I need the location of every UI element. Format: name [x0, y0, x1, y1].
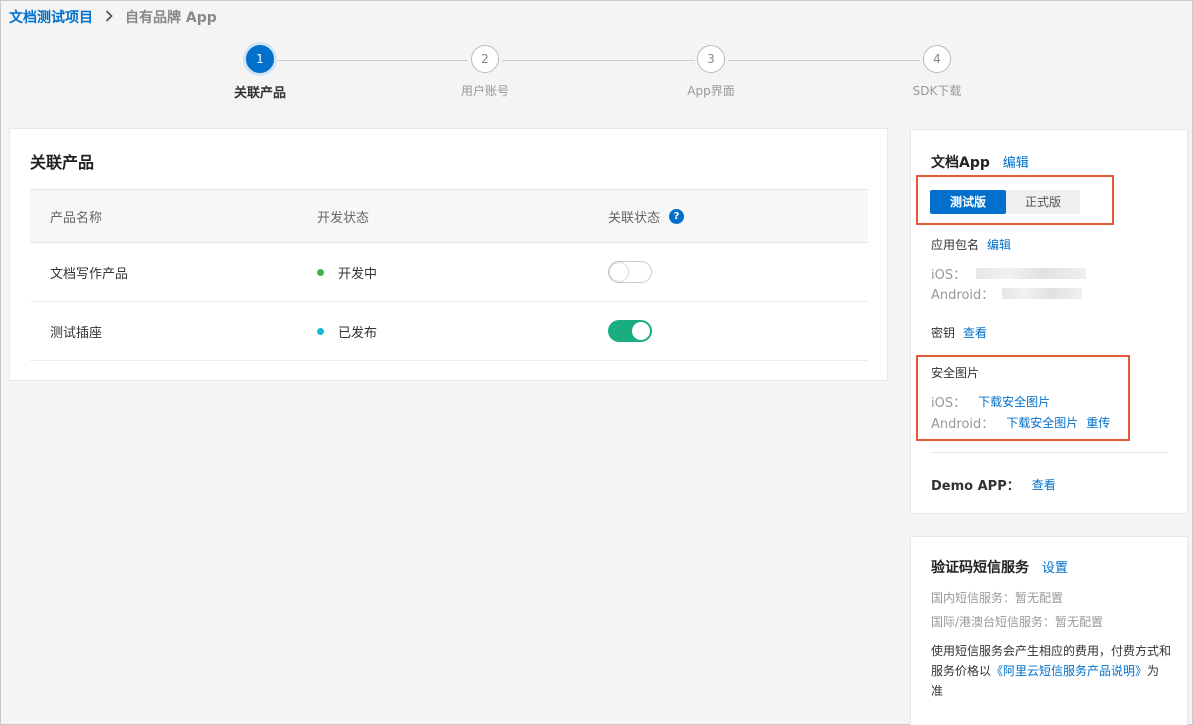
dev-status: 已发布 — [317, 322, 377, 341]
breadcrumb-project-link[interactable]: 文档测试项目 — [9, 7, 93, 27]
tab-test-version[interactable]: 测试版 — [930, 190, 1006, 214]
step-label: App界面 — [687, 84, 735, 98]
step-number: 1 — [246, 45, 274, 73]
ios-label: iOS： — [931, 396, 967, 411]
international-sms-status: 国际/港澳台短信服务：暂无配置 — [931, 615, 1104, 629]
app-config-panel: 文档App 编辑 测试版 正式版 应用包名 编辑 iOS： Android： 密… — [910, 129, 1188, 514]
step-label: SDK下载 — [912, 84, 962, 98]
column-header-label: 关联状态 — [608, 210, 661, 226]
status-dot-icon — [317, 327, 324, 335]
step-2[interactable]: 2 用户账号 — [425, 45, 545, 99]
table-row: 文档写作产品 开发中 — [30, 243, 868, 302]
products-panel: 关联产品 产品名称 开发状态 关联状态 ? 文档写作产品 开发中 测试插座 已发 — [9, 128, 888, 381]
product-name: 测试插座 — [50, 325, 103, 341]
sms-settings-link[interactable]: 设置 — [1042, 561, 1068, 576]
step-number: 2 — [471, 45, 499, 73]
step-label: 关联产品 — [233, 86, 286, 101]
step-1[interactable]: 1 关联产品 — [200, 45, 320, 101]
column-header-dev-status: 开发状态 — [317, 210, 370, 226]
link-toggle[interactable] — [608, 320, 652, 342]
divider — [931, 452, 1168, 453]
sms-product-doc-link[interactable]: 《阿里云短信服务产品说明》 — [991, 664, 1147, 678]
security-ios-row: iOS： 下载安全图片 — [931, 392, 1050, 411]
tab-release-version[interactable]: 正式版 — [1006, 190, 1080, 214]
edit-app-link[interactable]: 编辑 — [1003, 156, 1029, 171]
sms-title-row: 验证码短信服务 设置 — [931, 557, 1068, 577]
step-4[interactable]: 4 SDK下载 — [877, 45, 997, 99]
column-header-name: 产品名称 — [50, 210, 103, 226]
step-3[interactable]: 3 App界面 — [651, 45, 771, 99]
secret-label: 密钥 — [931, 326, 956, 340]
app-title: 文档App — [931, 155, 990, 171]
android-label: Android： — [931, 288, 995, 303]
toggle-switch-off[interactable] — [608, 261, 652, 283]
ios-label: iOS： — [931, 268, 967, 283]
sms-pricing-note: 使用短信服务会产生相应的费用，付费方式和服务价格以《阿里云短信服务产品说明》为准 — [931, 641, 1171, 701]
step-number: 3 — [697, 45, 725, 73]
toggle-knob — [610, 263, 628, 281]
dev-status-label: 开发中 — [338, 266, 378, 282]
column-header-link-status: 关联状态 ? — [608, 207, 685, 226]
toggle-knob — [632, 322, 650, 340]
table-header: 产品名称 开发状态 关联状态 ? — [30, 189, 868, 243]
redacted-value — [1002, 288, 1083, 299]
package-android-row: Android： — [931, 284, 1083, 303]
toggle-switch-on[interactable] — [608, 320, 652, 342]
security-image-label: 安全图片 — [931, 366, 980, 380]
reupload-link[interactable]: 重传 — [1086, 414, 1110, 431]
table-row: 测试插座 已发布 — [30, 302, 868, 361]
download-android-security-image-link[interactable]: 下载安全图片 — [1006, 414, 1078, 431]
step-number: 4 — [923, 45, 951, 73]
android-label: Android： — [931, 417, 995, 432]
app-title-row: 文档App 编辑 — [931, 152, 1029, 172]
demo-app-label: Demo APP： — [931, 479, 1020, 494]
sms-service-panel: 验证码短信服务 设置 国内短信服务：暂无配置 国际/港澳台短信服务：暂无配置 使… — [910, 536, 1188, 725]
domestic-sms-status: 国内短信服务：暂无配置 — [931, 591, 1064, 605]
breadcrumb-current: 自有品牌 App — [125, 10, 217, 26]
redacted-value — [976, 268, 1087, 279]
edit-package-link[interactable]: 编辑 — [987, 236, 1011, 253]
progress-steps: 1 关联产品 2 用户账号 3 App界面 4 SDK下载 — [1, 45, 1193, 105]
status-dot-icon — [317, 268, 324, 276]
breadcrumb: 文档测试项目 自有品牌 App — [9, 7, 217, 27]
sms-title: 验证码短信服务 — [931, 560, 1029, 576]
version-tabs: 测试版 正式版 — [930, 190, 1080, 214]
chevron-right-icon — [105, 9, 113, 25]
security-image-row: 安全图片 — [931, 364, 979, 381]
package-name-label: 应用包名 — [931, 238, 980, 252]
dev-status: 开发中 — [317, 263, 377, 282]
secret-row: 密钥 查看 — [931, 324, 987, 341]
panel-title: 关联产品 — [30, 153, 95, 172]
view-demo-link[interactable]: 查看 — [1032, 476, 1056, 493]
product-name: 文档写作产品 — [50, 266, 129, 282]
download-ios-security-image-link[interactable]: 下载安全图片 — [978, 393, 1050, 410]
package-name-row: 应用包名 编辑 — [931, 236, 1011, 253]
link-toggle[interactable] — [608, 261, 652, 283]
step-label: 用户账号 — [460, 84, 509, 98]
security-android-row: Android： 下载安全图片 重传 — [931, 413, 1110, 432]
view-secret-link[interactable]: 查看 — [963, 324, 987, 341]
package-ios-row: iOS： — [931, 264, 1087, 283]
dev-status-label: 已发布 — [338, 325, 378, 341]
products-table: 产品名称 开发状态 关联状态 ? 文档写作产品 开发中 测试插座 已发布 — [30, 189, 868, 361]
demo-app-row: Demo APP： 查看 — [931, 475, 1056, 494]
help-icon[interactable]: ? — [669, 208, 685, 224]
